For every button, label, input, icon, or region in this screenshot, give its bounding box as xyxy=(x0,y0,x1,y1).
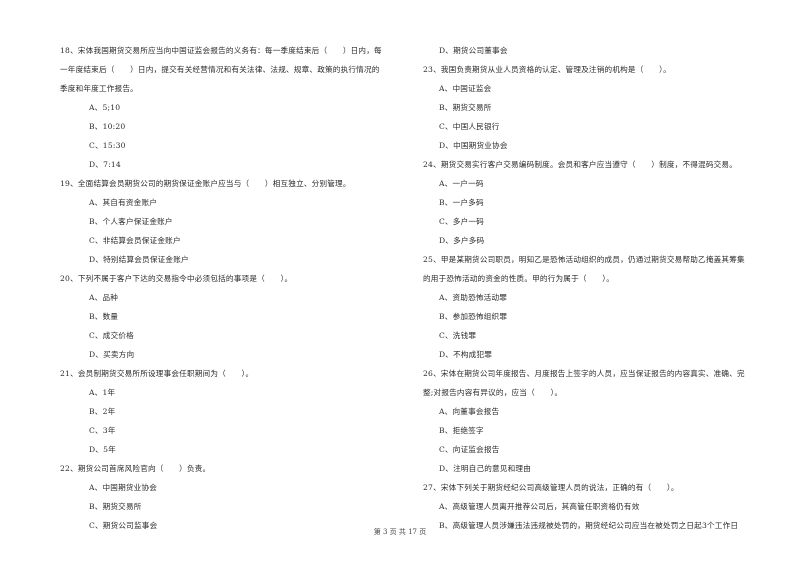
question-block: 23、我国负责期货从业人员资格的认定、管理及注销的机构是（ ）。 xyxy=(423,60,783,79)
question-text-line: 整;对报告内容有异议的，应当（ ）。 xyxy=(423,388,563,397)
question-text-line: 季度和年度工作报告。 xyxy=(60,84,138,93)
answer-option: C、非结算会员保证金账户 xyxy=(89,236,181,245)
answer-option: A、品种 xyxy=(89,293,119,302)
answer-option: C、中国人民银行 xyxy=(439,122,500,131)
answer-option: C、向证监会报告 xyxy=(439,445,500,454)
question-block: 26、宋体在期货公司年度报告、月度报告上签字的人员，应当保证报告的内容真实、准确… xyxy=(423,364,783,402)
question-block: 27、宋体下列关于期货经纪公司高级管理人员的说法，正确的有（ ）。 xyxy=(423,478,783,497)
question-text-line: 一年度结束后（ ）日内，提交有关经营情况和有关法律、法规、规章、政策的执行情况的 xyxy=(60,65,380,74)
question-text-line: 的用于恐怖活动的资金的性质。甲的行为属于（ ）。 xyxy=(423,274,615,283)
answer-option: D、特别结算会员保证金账户 xyxy=(89,255,189,264)
answer-option: C、3年 xyxy=(89,426,116,435)
answer-option: D、不构成犯罪 xyxy=(439,350,493,359)
question-block: 22、期货公司首席风险官向（ ）负责。 xyxy=(60,459,405,478)
question-block: 21、会员制期货交易所所设理事会任职期间为（ ）。 xyxy=(60,364,405,383)
question-text-line: 19、全面结算会员期货公司的期货保证金账户应当与（ ）相互独立、分别管理。 xyxy=(60,179,351,188)
answer-option: D、中国期货业协会 xyxy=(439,141,508,150)
answer-option: A、向董事会报告 xyxy=(439,407,500,416)
answer-option: A、中国证监会 xyxy=(439,84,492,93)
answer-option: D、多户多码 xyxy=(439,236,485,245)
question-text-line: 18、宋体我国期货交易所应当向中国证监会报告的义务有：每一季度结束后（ ）日内，… xyxy=(60,46,382,55)
answer-option: B、参加恐怖组织罪 xyxy=(439,312,508,321)
page-number-label: 第 3 页 共 17 页 xyxy=(373,528,427,536)
left-column: 18、宋体我国期货交易所应当向中国证监会报告的义务有：每一季度结束后（ ）日内，… xyxy=(60,41,405,535)
question-text-line: 24、期货交易实行客户交易编码制度。会员和客户应当遵守（ ）制度，不得混码交易。 xyxy=(423,160,738,169)
question-text-line: 25、甲是某期货公司职员，明知乙是恐怖活动组织的成员，仍通过期货交易帮助乙掩盖其… xyxy=(423,255,745,264)
answer-option: C、多户一码 xyxy=(439,217,484,226)
answer-option: B、一户多码 xyxy=(439,198,484,207)
answer-option: D、买卖方向 xyxy=(89,350,135,359)
question-block: 20、下列不属于客户下达的交易指令中必须包括的事项是（ ）。 xyxy=(60,269,405,288)
answer-option: B、2年 xyxy=(89,407,116,416)
answer-option: C、成交价格 xyxy=(89,331,134,340)
question-text-line: 26、宋体在期货公司年度报告、月度报告上签字的人员，应当保证报告的内容真实、准确… xyxy=(423,369,745,378)
question-text-line: 22、期货公司首席风险官向（ ）负责。 xyxy=(60,464,211,473)
answer-option: A、高级管理人员离开推荐公司后，其高管任职资格仍有效 xyxy=(439,502,640,511)
question-block: 24、期货交易实行客户交易编码制度。会员和客户应当遵守（ ）制度，不得混码交易。 xyxy=(423,155,783,174)
answer-option: D、期货公司董事会 xyxy=(439,46,508,55)
answer-option: B、个人客户保证金账户 xyxy=(89,217,173,226)
question-block: 19、全面结算会员期货公司的期货保证金账户应当与（ ）相互独立、分别管理。 xyxy=(60,174,405,193)
right-column: D、期货公司董事会 23、我国负责期货从业人员资格的认定、管理及注销的机构是（ ）… xyxy=(423,41,783,535)
question-text-line: 23、我国负责期货从业人员资格的认定、管理及注销的机构是（ ）。 xyxy=(423,65,671,74)
answer-option: B、拒绝签字 xyxy=(439,426,484,435)
answer-option: A、中国期货业协会 xyxy=(89,483,158,492)
question-block: 25、甲是某期货公司职员，明知乙是恐怖活动组织的成员，仍通过期货交易帮助乙掩盖其… xyxy=(423,250,783,288)
answer-option: D、注明自己的意见和理由 xyxy=(439,464,532,473)
answer-option: B、10:20 xyxy=(89,122,126,131)
answer-option: D、5年 xyxy=(89,445,116,454)
answer-option: D、7:14 xyxy=(89,160,121,169)
question-text-line: 27、宋体下列关于期货经纪公司高级管理人员的说法，正确的有（ ）。 xyxy=(423,483,679,492)
answer-option: A、5;10 xyxy=(89,103,121,112)
answer-option: B、期货交易所 xyxy=(439,103,492,112)
answer-option: C、15:30 xyxy=(89,141,126,150)
answer-option: B、期货交易所 xyxy=(89,502,142,511)
question-text-line: 20、下列不属于客户下达的交易指令中必须包括的事项是（ ）。 xyxy=(60,274,293,283)
answer-option: A、资助恐怖活动罪 xyxy=(439,293,508,302)
page-footer: 第 3 页 共 17 页 xyxy=(0,527,800,537)
question-block: 18、宋体我国期货交易所应当向中国证监会报告的义务有：每一季度结束后（ ）日内，… xyxy=(60,41,405,98)
answer-option: B、数量 xyxy=(89,312,119,321)
answer-option: A、其自有资金账户 xyxy=(89,198,158,207)
answer-option: A、一户一码 xyxy=(439,179,484,188)
question-text-line: 21、会员制期货交易所所设理事会任职期间为（ ）。 xyxy=(60,369,254,378)
answer-option: C、洗钱罪 xyxy=(439,331,477,340)
answer-option: A、1年 xyxy=(89,388,116,397)
